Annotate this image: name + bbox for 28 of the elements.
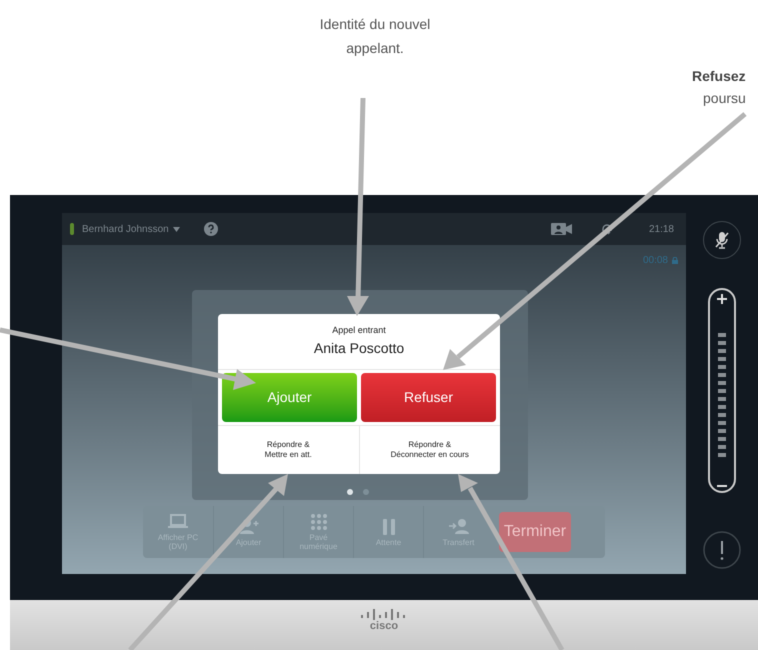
answer-option-button[interactable]: Répondre & Mettre en att. xyxy=(218,426,358,474)
transfer-person-icon xyxy=(448,518,470,536)
call-timer: 00:08 xyxy=(642,254,668,268)
answer-option-button[interactable]: Répondre & Déconnecter en cours xyxy=(358,426,500,474)
accept-button[interactable]: Ajouter xyxy=(222,373,357,422)
camera-icon[interactable] xyxy=(550,223,573,235)
clock: 21:18 xyxy=(648,222,674,236)
caller-dropdown[interactable]: Bernhard Johnsson xyxy=(82,222,180,236)
add-person-icon xyxy=(238,518,260,536)
logo-bars-icon xyxy=(360,609,408,620)
plus-icon[interactable] xyxy=(717,294,727,304)
help-icon[interactable] xyxy=(204,222,218,236)
presence-indicator xyxy=(70,223,74,235)
annotation-text: Identité du nouvel appelant. xyxy=(318,15,432,58)
annotation-text: poursu xyxy=(703,89,746,108)
mute-microphone-button[interactable] xyxy=(703,221,741,259)
muted-microphone-icon xyxy=(715,231,729,249)
laptop-icon xyxy=(167,513,189,531)
headset-icon[interactable] xyxy=(600,223,613,235)
lock-icon xyxy=(672,256,678,264)
dropdown-caret-icon xyxy=(172,226,180,232)
end-call-button[interactable]: Terminer xyxy=(499,512,571,552)
warning-icon[interactable] xyxy=(703,531,741,569)
annotation-text: Refusez xyxy=(692,67,746,86)
dialog-title: Appel entrant xyxy=(332,324,386,338)
caller-name: Anita Poscotto xyxy=(314,338,404,358)
decline-button[interactable]: Refuser xyxy=(361,373,496,422)
brand-logo: cisco xyxy=(370,621,398,632)
